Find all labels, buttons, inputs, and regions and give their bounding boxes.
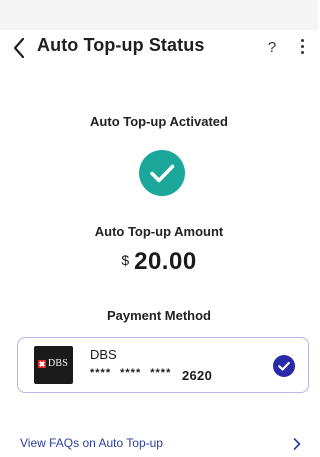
card-last-four: 2620 <box>182 368 213 383</box>
masked-group: **** <box>90 367 112 379</box>
chevron-left-icon <box>13 37 25 59</box>
back-button[interactable] <box>10 36 30 60</box>
selected-check-icon <box>273 355 295 377</box>
activation-status-label: Auto Top-up Activated <box>90 114 228 129</box>
masked-card-number: **** **** **** <box>90 367 180 379</box>
dbs-logo-icon: DBS <box>34 346 73 384</box>
masked-group: **** <box>120 367 142 379</box>
topup-amount: $20.00 <box>0 248 318 276</box>
topup-amount-label: Auto Top-up Amount <box>94 224 224 239</box>
masked-group: **** <box>150 367 172 379</box>
faq-link[interactable]: View FAQs on Auto Top-up <box>20 436 163 450</box>
page-title: Auto Top-up Status <box>37 35 205 55</box>
amount-value: 20.00 <box>134 248 197 275</box>
app-header: Auto Top-up Status ? <box>0 30 318 66</box>
bank-name: DBS <box>90 347 117 362</box>
payment-method-label: Payment Method <box>106 308 211 323</box>
status-bar <box>0 0 318 30</box>
payment-method-card[interactable]: DBS DBS **** **** **** 2620 <box>17 337 309 393</box>
help-button[interactable]: ? <box>264 38 280 58</box>
currency-symbol: $ <box>121 252 130 268</box>
auto-topup-status-screen: Auto Top-up Status ? Auto Top-up Activat… <box>0 0 318 457</box>
more-vertical-icon <box>297 39 307 54</box>
chevron-right-icon[interactable] <box>292 437 302 451</box>
more-options-button[interactable] <box>297 39 307 57</box>
check-circle-icon <box>139 150 185 196</box>
